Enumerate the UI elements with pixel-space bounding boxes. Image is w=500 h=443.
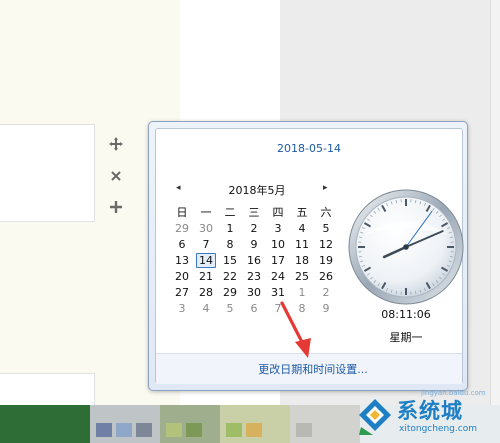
calendar-week: 20 21 22 23 24 25 26 <box>170 268 338 284</box>
move-icon[interactable] <box>105 133 127 155</box>
taskbar-app-icon[interactable] <box>246 423 262 437</box>
calendar-day[interactable]: 15 <box>218 252 242 268</box>
selected-day-label: 14 <box>196 252 216 268</box>
calendar-day[interactable]: 20 <box>170 268 194 284</box>
calendar-day[interactable]: 22 <box>218 268 242 284</box>
content-card <box>0 124 95 222</box>
calendar-day[interactable]: 19 <box>314 252 338 268</box>
weekday-label: 日 <box>176 206 188 219</box>
weekday-label: 二 <box>224 206 236 219</box>
calendar-day[interactable]: 7 <box>194 236 218 252</box>
weekday-row: 日 一 二 三 四 五 六 <box>170 204 338 220</box>
calendar-day[interactable]: 6 <box>242 300 266 316</box>
calendar-day[interactable]: 12 <box>314 236 338 252</box>
calendar-day[interactable]: 1 <box>218 220 242 236</box>
calendar-day[interactable]: 27 <box>170 284 194 300</box>
calendar-day[interactable]: 2 <box>242 220 266 236</box>
calendar-week: 29 30 1 2 3 4 5 <box>170 220 338 236</box>
scrollbar[interactable] <box>490 0 500 405</box>
watermark-url: xitongcheng.com <box>399 424 477 434</box>
calendar-day[interactable]: 18 <box>290 252 314 268</box>
taskbar-app-icon[interactable] <box>226 423 242 437</box>
taskbar-app-icon[interactable] <box>296 423 312 437</box>
calendar-week: 27 28 29 30 31 1 2 <box>170 284 338 300</box>
watermark-logo-icon <box>359 399 391 435</box>
red-arrow-annotation <box>280 301 311 358</box>
calendar-day[interactable]: 16 <box>242 252 266 268</box>
calendar-day[interactable]: 10 <box>266 236 290 252</box>
clock-weekday: 星期一 <box>389 331 423 344</box>
calendar-day[interactable]: 1 <box>290 284 314 300</box>
taskbar-app-icon[interactable] <box>136 423 152 437</box>
calendar-day[interactable]: 9 <box>242 236 266 252</box>
calendar-day[interactable]: 4 <box>194 300 218 316</box>
weekday-label: 一 <box>200 206 212 219</box>
weekday-label: 四 <box>272 206 284 219</box>
calendar-day[interactable]: 30 <box>242 284 266 300</box>
calendar-day[interactable]: 3 <box>170 300 194 316</box>
change-datetime-settings-link[interactable]: 更改日期和时间设置... <box>258 361 368 377</box>
calendar-week: 13 14 15 16 17 18 19 <box>170 252 338 268</box>
taskbar-app-icon[interactable] <box>96 423 112 437</box>
taskbar-app-icon[interactable] <box>166 423 182 437</box>
calendar-day[interactable]: 13 <box>170 252 194 268</box>
calendar-day[interactable]: 8 <box>218 236 242 252</box>
calendar-day[interactable]: 3 <box>266 220 290 236</box>
taskbar-segment <box>0 405 90 443</box>
calendar-day[interactable]: 24 <box>266 268 290 284</box>
calendar-day-selected[interactable]: 14 <box>194 252 218 268</box>
calendar-day[interactable]: 26 <box>314 268 338 284</box>
calendar-day[interactable]: 29 <box>218 284 242 300</box>
weekday-label: 三 <box>248 206 260 219</box>
site-watermark: jingyan.baidu.com 系统城 xitongcheng.com <box>355 389 500 443</box>
calendar-day[interactable]: 4 <box>290 220 314 236</box>
calendar-day[interactable]: 5 <box>218 300 242 316</box>
taskbar-app-icon[interactable] <box>186 423 202 437</box>
analog-clock <box>348 189 464 305</box>
calendar-day[interactable]: 30 <box>194 220 218 236</box>
watermark-brand: 系统城 <box>397 399 463 423</box>
close-icon[interactable] <box>105 165 127 187</box>
taskbar-app-icon[interactable] <box>116 423 132 437</box>
calendar-day[interactable]: 17 <box>266 252 290 268</box>
calendar-day[interactable]: 31 <box>266 284 290 300</box>
clock-time: 08:11:06 <box>381 308 431 321</box>
weekday-label: 六 <box>320 206 332 219</box>
content-card <box>0 373 95 407</box>
previous-month-icon[interactable]: ◂ <box>176 183 181 193</box>
calendar-day[interactable]: 28 <box>194 284 218 300</box>
calendar-day[interactable]: 2 <box>314 284 338 300</box>
month-title[interactable]: 2018年5月 <box>202 182 312 198</box>
calendar-day[interactable]: 11 <box>290 236 314 252</box>
calendar-day[interactable]: 23 <box>242 268 266 284</box>
weekday-label: 五 <box>296 206 308 219</box>
calendar-day[interactable]: 29 <box>170 220 194 236</box>
calendar-day[interactable]: 21 <box>194 268 218 284</box>
plus-icon[interactable] <box>105 196 127 218</box>
long-date-link[interactable]: 2018-05-14 <box>156 142 462 155</box>
calendar-day[interactable]: 5 <box>314 220 338 236</box>
next-month-icon[interactable]: ▸ <box>323 183 328 193</box>
calendar-day[interactable]: 6 <box>170 236 194 252</box>
calendar-day[interactable]: 25 <box>290 268 314 284</box>
calendar-week: 6 7 8 9 10 11 12 <box>170 236 338 252</box>
